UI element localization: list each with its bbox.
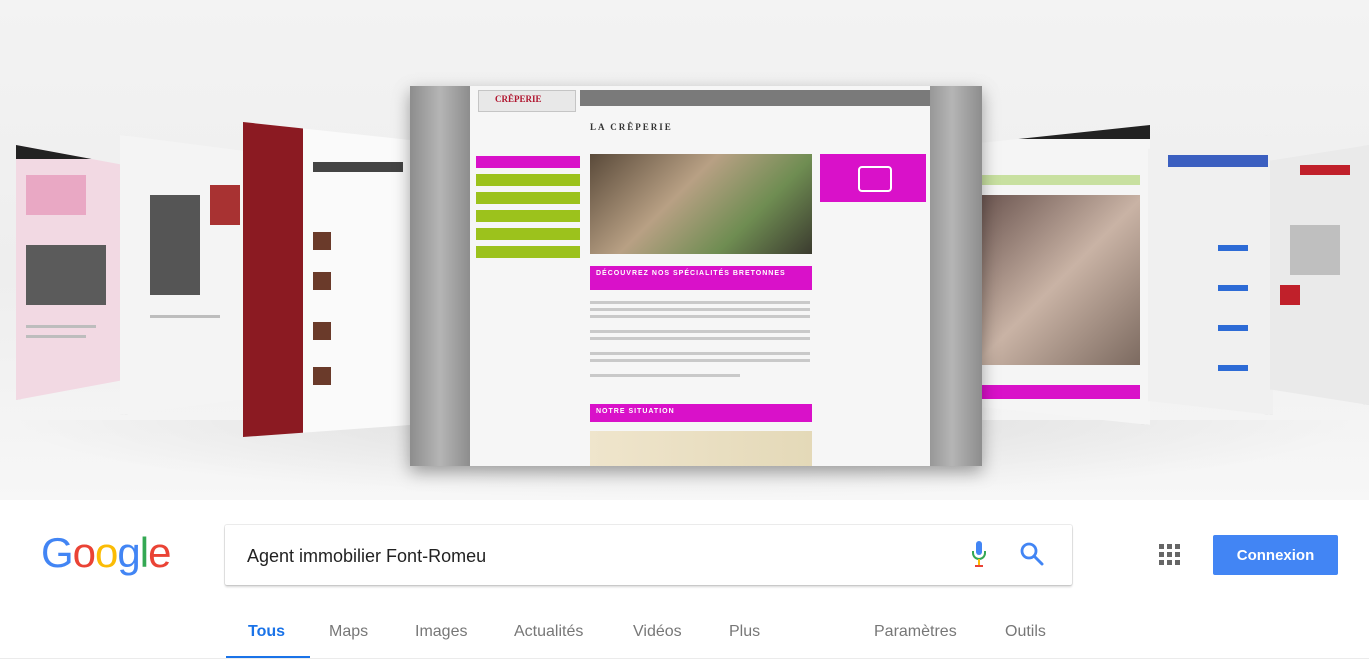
site-menu-item [476, 246, 580, 258]
magnifier-icon[interactable] [1019, 541, 1045, 567]
preview-block [26, 175, 86, 215]
preview-block [1300, 165, 1350, 175]
preview-block [313, 162, 403, 172]
site-text-line [590, 337, 810, 340]
signin-button[interactable]: Connexion [1213, 535, 1338, 575]
preview-block [210, 185, 240, 225]
site-logo: CRÊPERIE [478, 90, 576, 112]
site-text-line [590, 301, 810, 304]
preview-block [1280, 285, 1300, 305]
preview-text-line [26, 325, 96, 328]
logo-letter: g [117, 529, 140, 576]
tab-actualites[interactable]: Actualités [514, 623, 583, 641]
logo-letter: o [72, 529, 96, 576]
preview-block [1290, 225, 1340, 275]
page-edge [0, 500, 18, 600]
site-title: LA CRÊPERIE [590, 122, 673, 132]
website-preview-card [243, 122, 418, 437]
site-text-line [590, 359, 810, 362]
site-menu-item [476, 192, 580, 204]
site-nav-bar [580, 90, 930, 106]
tab-videos[interactable]: Vidéos [633, 623, 682, 641]
site-hero-photo [590, 154, 812, 254]
logo-letter: G [41, 529, 74, 576]
site-menu-item [476, 174, 580, 186]
tab-plus[interactable]: Plus [729, 623, 760, 641]
site-logo-text: CRÊPERIE [495, 94, 542, 104]
site-menu-item [476, 210, 580, 222]
logo-letter: e [148, 529, 171, 576]
site-section-heading: NOTRE SITUATION [590, 404, 812, 422]
site-text-line [590, 330, 810, 333]
tab-parametres[interactable]: Paramètres [874, 623, 957, 641]
preview-block [1218, 245, 1248, 251]
featured-website-preview: CRÊPERIE LA CRÊPERIE DÉCOUVREZ NOS SPÉCI… [410, 86, 982, 466]
preview-block [313, 322, 331, 340]
preview-page: CRÊPERIE LA CRÊPERIE DÉCOUVREZ NOS SPÉCI… [470, 86, 930, 466]
apps-grid-icon[interactable] [1159, 544, 1181, 566]
website-preview-card [1148, 135, 1273, 415]
website-preview-card [1270, 145, 1369, 405]
search-input[interactable] [245, 539, 949, 573]
tab-maps[interactable]: Maps [329, 623, 368, 641]
site-section-heading: DÉCOUVREZ NOS SPÉCIALITÉS BRETONNES [590, 266, 812, 290]
camera-icon [858, 166, 892, 192]
preview-sidebar [243, 122, 303, 437]
preview-topbar [980, 125, 1150, 139]
google-logo[interactable]: Google [41, 528, 171, 578]
preview-topbar [16, 145, 126, 159]
logo-letter: o [95, 529, 118, 576]
tab-outils[interactable]: Outils [1005, 623, 1046, 641]
site-text-line [590, 352, 810, 355]
site-menu-item [476, 156, 580, 168]
preview-block [313, 367, 331, 385]
preview-text-line [150, 315, 220, 318]
preview-block [150, 195, 200, 295]
search-box [225, 525, 1072, 585]
preview-block [980, 385, 1140, 399]
tab-tous[interactable]: Tous [248, 623, 285, 641]
site-map [590, 431, 812, 466]
website-preview-card [16, 145, 126, 400]
preview-block [313, 232, 331, 250]
preview-wall-right [922, 86, 982, 466]
site-text-line [590, 308, 810, 311]
preview-block [313, 272, 331, 290]
preview-block [1218, 365, 1248, 371]
website-showcase-carousel: CRÊPERIE LA CRÊPERIE DÉCOUVREZ NOS SPÉCI… [0, 0, 1369, 500]
preview-block [980, 175, 1140, 185]
preview-wall-left [410, 86, 470, 466]
site-text-line [590, 374, 740, 377]
site-photo-panel [820, 154, 926, 202]
logo-letter: l [139, 529, 149, 576]
preview-block [980, 195, 1140, 365]
preview-text-line [26, 335, 86, 338]
website-preview-card [980, 125, 1150, 425]
site-menu-item [476, 228, 580, 240]
preview-block [1218, 325, 1248, 331]
preview-block [26, 245, 106, 305]
tab-images[interactable]: Images [415, 623, 467, 641]
microphone-icon[interactable] [971, 541, 987, 569]
site-text-line [590, 315, 810, 318]
website-preview-card [120, 135, 250, 415]
preview-block [1168, 155, 1268, 167]
preview-block [1218, 285, 1248, 291]
